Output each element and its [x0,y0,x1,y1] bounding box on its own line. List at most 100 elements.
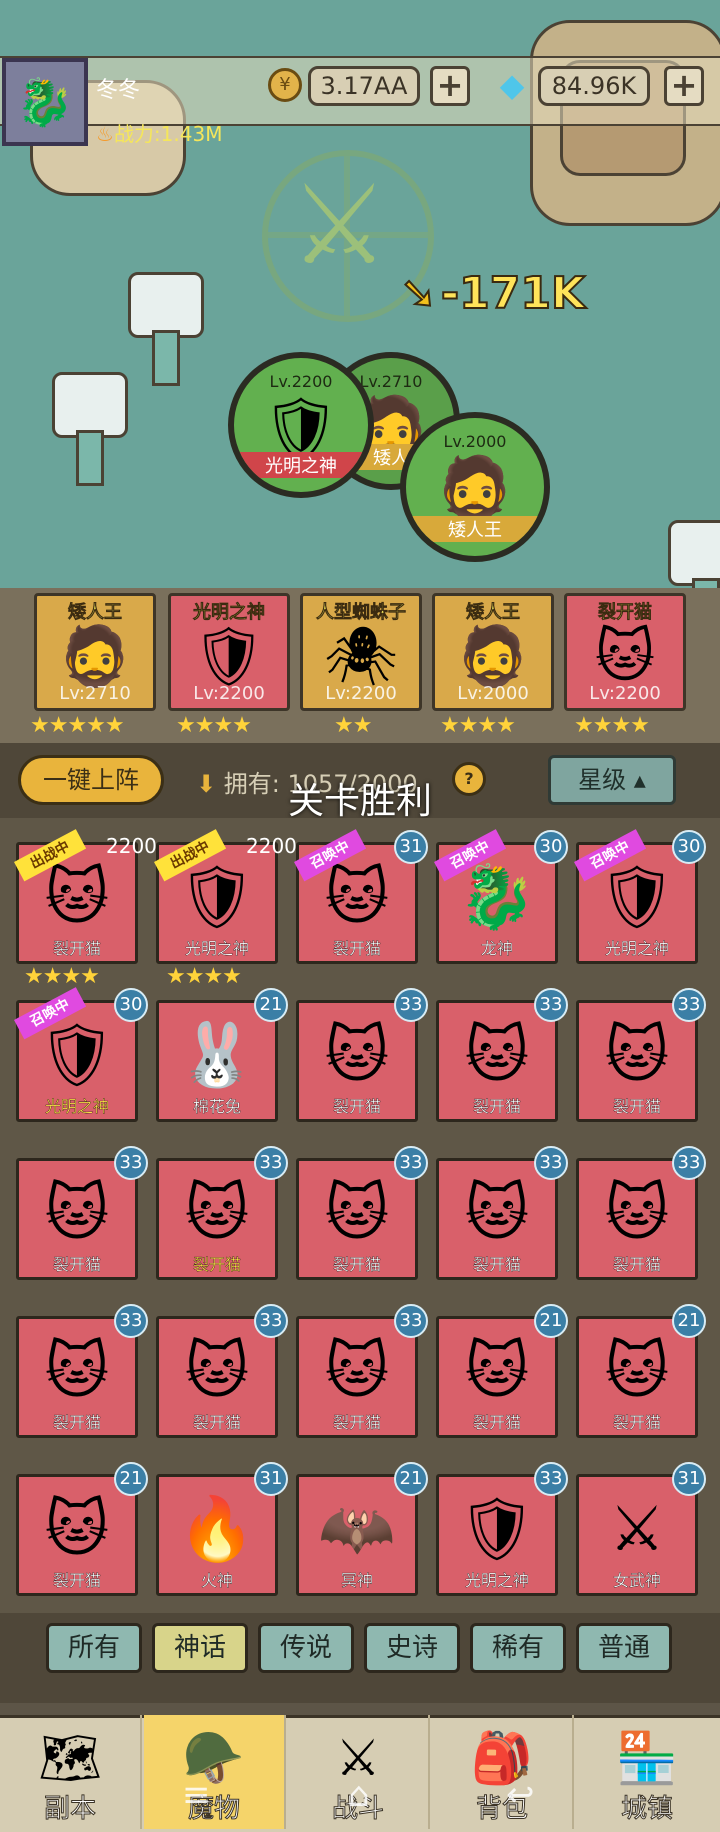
level-badge: 33 [534,1462,568,1496]
level-badge: 33 [534,1146,568,1180]
monster-name: 裂开猫 [192,1413,241,1432]
player-name: 冬冬 [96,78,141,103]
cat-girl-icon: 🐱 [464,1334,530,1407]
level-badge: 33 [672,988,706,1022]
level-badge: 30 [672,830,706,864]
bunny-girl-icon: 🐰 [178,1018,256,1091]
monster-name: 裂开猫 [332,1097,381,1116]
spider-girl-icon: 🕷 [324,622,398,690]
map-tree [128,272,204,386]
home-gesture-icon[interactable]: ⌂ [348,1775,370,1815]
damage-arrow-icon: ➘ [399,267,438,320]
level-badge: 21 [114,1462,148,1496]
nav-dungeon[interactable]: 🗺 副本 [0,1715,142,1829]
level-badge: 33 [534,988,568,1022]
team-slot-name: 裂开猫 [598,602,653,624]
nav-monsters[interactable]: 🪖 魔物 [144,1715,286,1829]
monster-name: 裂开猫 [52,939,101,958]
level-badge: 30 [114,988,148,1022]
monster-name: 光明之神 [44,1097,109,1116]
cat-girl-icon: 🐱 [324,1018,390,1091]
monster-name: 裂开猫 [52,1255,101,1274]
monster-name: 裂开猫 [52,1413,101,1432]
cat-girl-icon: 🐱 [594,622,656,690]
crossed-swords-icon: ⚔ [290,161,389,289]
filter-legend[interactable]: 传说 [258,1623,354,1673]
level-badge: 21 [672,1304,706,1338]
team-slot-name: 矮人王 [466,602,521,624]
level-badge: 33 [394,1304,428,1338]
monster-stars: ★★★★ [24,964,100,989]
level-badge: 33 [394,988,428,1022]
formation-name: 矮人王 [406,516,544,542]
monster-name: 光明之神 [464,1571,529,1590]
team-slot-level: Lv:2200 [325,683,397,704]
monster-name: 裂开猫 [192,1255,241,1274]
add-diamond-button[interactable]: + [664,66,704,106]
team-slot[interactable]: 光明之神 🛡 Lv:2200 [168,593,290,711]
level-badge: 33 [254,1304,288,1338]
cat-girl-icon: 🐱 [604,1176,670,1249]
filter-common[interactable]: 普通 [576,1623,672,1673]
level-badge: 33 [394,1146,428,1180]
team-slot-level: Lv:2000 [457,683,529,704]
filter-epic[interactable]: 史诗 [364,1623,460,1673]
team-slot-level: Lv:2200 [193,683,265,704]
nav-town[interactable]: 🏪 城镇 [576,1715,718,1829]
formation-level: Lv.2000 [443,432,507,451]
dragon-avatar-icon: 🐉 [16,74,74,129]
team-slot-stars: ★★★★ [440,713,516,738]
nav-backpack[interactable]: 🎒 背包 [432,1715,574,1829]
team-slot-name: 光明之神 [193,602,266,624]
monster-name: 裂开猫 [332,939,381,958]
dwarf-king-icon: 🧔 [436,452,514,525]
team-slot[interactable]: 人型蜘蛛子 🕷 Lv:2200 [300,593,422,711]
monster-level: 2200 [106,834,157,858]
filter-all[interactable]: 所有 [46,1623,142,1673]
formation-unit[interactable]: Lv.2200 🛡 光明之神 [228,352,374,498]
monster-name: 棉花兔 [192,1097,241,1116]
filter-rare[interactable]: 稀有 [470,1623,566,1673]
cat-girl-icon: 🐱 [604,1334,670,1407]
cat-girl-icon: 🐱 [44,1492,110,1565]
power-icon: ♨ [96,122,114,146]
map-tree [52,372,128,486]
team-slot[interactable]: 矮人王 🧔 Lv:2710 [34,593,156,711]
stage-victory-toast: 关卡胜利 [287,781,432,822]
angel-knight-icon: 🛡 [192,622,266,690]
team-slot-stars: ★★★★ [176,713,252,738]
back-gesture-icon[interactable]: ↩ [506,1775,535,1815]
gold-coin-icon: ¥ [268,68,302,102]
monster-name: 裂开猫 [612,1255,661,1274]
formation-unit[interactable]: Lv.2000 🧔 矮人王 [400,412,550,562]
team-slot[interactable]: 裂开猫 🐱 Lv:2200 [564,593,686,711]
valkyrie-icon: ⚔ [609,1492,665,1565]
add-gold-button[interactable]: + [430,66,470,106]
town-shop-icon: 🏪 [615,1729,679,1787]
filter-mythic[interactable]: 神话 [152,1623,248,1673]
menu-gesture-icon[interactable]: ≡ [182,1775,211,1815]
formation-name: 光明之神 [234,452,368,478]
nav-label: 城镇 [620,1794,673,1825]
level-badge: 33 [114,1304,148,1338]
monster-name: 裂开猫 [472,1255,521,1274]
combat-power: ♨战力:1.43M [96,122,223,146]
cat-girl-icon: 🐱 [324,1176,390,1249]
player-avatar[interactable]: 🐉 [2,58,88,146]
cat-girl-icon: 🐱 [44,1176,110,1249]
cat-girl-icon: 🐱 [184,1176,250,1249]
team-slot[interactable]: 矮人王 🧔 Lv:2000 [432,593,554,711]
cat-girl-icon: 🐱 [464,1018,530,1091]
monster-level: 2200 [246,834,297,858]
cat-girl-icon: 🐱 [44,1334,110,1407]
nav-label: 魔物 [187,1794,240,1825]
team-slot-level: Lv:2710 [59,683,131,704]
team-slot-stars: ★★★★★ [30,713,125,738]
level-badge: 31 [394,830,428,864]
dwarf-king-icon: 🧔 [456,622,530,690]
diamond-icon: ◆ [499,66,525,104]
team-slot-stars: ★★ [334,713,372,738]
gold-amount: 3.17AA [308,66,420,106]
backpack-icon: 🎒 [470,1729,534,1787]
monster-stars: ★★★★ [166,964,242,989]
